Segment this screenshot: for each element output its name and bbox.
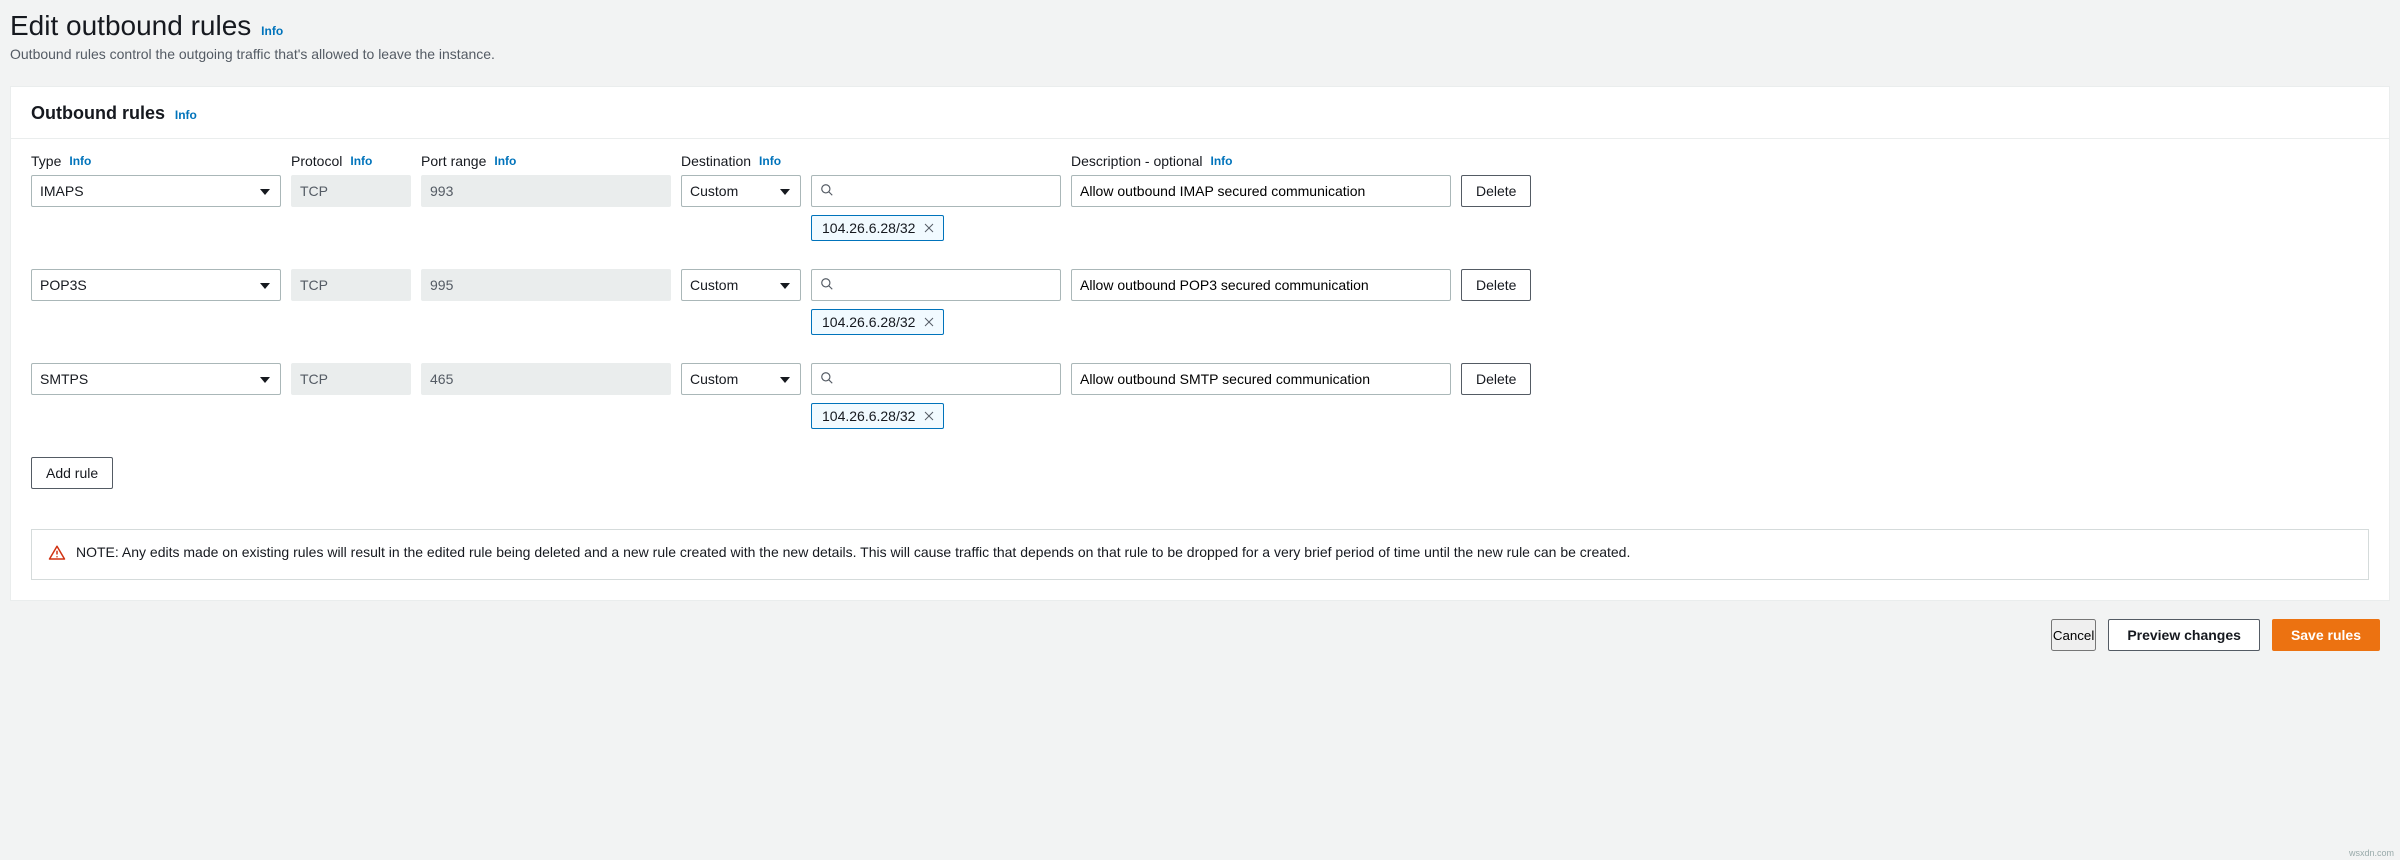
col-description: Description - optional <box>1071 153 1203 169</box>
col-desc-info[interactable]: Info <box>1211 154 1233 168</box>
delete-rule-button[interactable]: Delete <box>1461 175 1531 207</box>
col-type-info[interactable]: Info <box>69 154 91 168</box>
col-dest-info[interactable]: Info <box>759 154 781 168</box>
destination-tag-text: 104.26.6.28/32 <box>822 408 915 424</box>
page-title: Edit outbound rules <box>10 10 251 42</box>
remove-tag-icon[interactable] <box>923 222 935 234</box>
page-info-link[interactable]: Info <box>261 24 283 38</box>
destination-mode-select[interactable]: Custom <box>681 269 801 301</box>
destination-tag: 104.26.6.28/32 <box>811 403 944 429</box>
delete-rule-button[interactable]: Delete <box>1461 269 1531 301</box>
description-input[interactable] <box>1080 183 1442 199</box>
destination-mode-select[interactable]: Custom <box>681 363 801 395</box>
outbound-rules-panel: Outbound rules Info Type Info Protocol I… <box>10 86 2390 601</box>
destination-tag-text: 104.26.6.28/32 <box>822 314 915 330</box>
col-type: Type <box>31 153 61 169</box>
col-destination: Destination <box>681 153 751 169</box>
port-range-field: 993 <box>421 175 671 207</box>
search-icon <box>820 277 840 294</box>
type-value: SMTPS <box>40 371 88 387</box>
search-icon <box>820 371 840 388</box>
type-select[interactable]: IMAPS <box>31 175 281 207</box>
description-input-wrap[interactable] <box>1071 269 1451 301</box>
panel-info-link[interactable]: Info <box>175 108 197 122</box>
destination-search[interactable] <box>811 363 1061 395</box>
col-port-info[interactable]: Info <box>494 154 516 168</box>
destination-search-input[interactable] <box>840 183 1052 199</box>
col-port-range: Port range <box>421 153 486 169</box>
warning-alert: NOTE: Any edits made on existing rules w… <box>31 529 2369 580</box>
destination-search[interactable] <box>811 175 1061 207</box>
remove-tag-icon[interactable] <box>923 316 935 328</box>
delete-rule-button[interactable]: Delete <box>1461 363 1531 395</box>
rule-row: SMTPS TCP 465 Custom 104.26.6.28/32 Dele… <box>31 363 2369 429</box>
cancel-button[interactable]: Cancel <box>2051 619 2097 651</box>
port-range-field: 465 <box>421 363 671 395</box>
port-range-field: 995 <box>421 269 671 301</box>
preview-changes-button[interactable]: Preview changes <box>2108 619 2260 651</box>
description-input-wrap[interactable] <box>1071 363 1451 395</box>
type-select[interactable]: POP3S <box>31 269 281 301</box>
col-protocol-info[interactable]: Info <box>350 154 372 168</box>
col-protocol: Protocol <box>291 153 342 169</box>
destination-search[interactable] <box>811 269 1061 301</box>
description-input[interactable] <box>1080 371 1442 387</box>
watermark: wsxdn.com <box>2349 848 2394 858</box>
destination-search-input[interactable] <box>840 371 1052 387</box>
destination-mode-select[interactable]: Custom <box>681 175 801 207</box>
type-select[interactable]: SMTPS <box>31 363 281 395</box>
protocol-field: TCP <box>291 175 411 207</box>
panel-title: Outbound rules <box>31 103 165 124</box>
protocol-field: TCP <box>291 269 411 301</box>
protocol-field: TCP <box>291 363 411 395</box>
type-value: POP3S <box>40 277 87 293</box>
page-description: Outbound rules control the outgoing traf… <box>10 46 2390 62</box>
description-input[interactable] <box>1080 277 1442 293</box>
description-input-wrap[interactable] <box>1071 175 1451 207</box>
warning-icon <box>48 544 66 565</box>
destination-tag: 104.26.6.28/32 <box>811 215 944 241</box>
rule-row: IMAPS TCP 993 Custom 104.26.6.28/32 Dele… <box>31 175 2369 241</box>
destination-tag: 104.26.6.28/32 <box>811 309 944 335</box>
destination-tag-text: 104.26.6.28/32 <box>822 220 915 236</box>
type-value: IMAPS <box>40 183 84 199</box>
search-icon <box>820 183 840 200</box>
save-rules-button[interactable]: Save rules <box>2272 619 2380 651</box>
warning-text: NOTE: Any edits made on existing rules w… <box>76 544 1630 560</box>
rule-row: POP3S TCP 995 Custom 104.26.6.28/32 Dele… <box>31 269 2369 335</box>
destination-search-input[interactable] <box>840 277 1052 293</box>
remove-tag-icon[interactable] <box>923 410 935 422</box>
add-rule-button[interactable]: Add rule <box>31 457 113 489</box>
